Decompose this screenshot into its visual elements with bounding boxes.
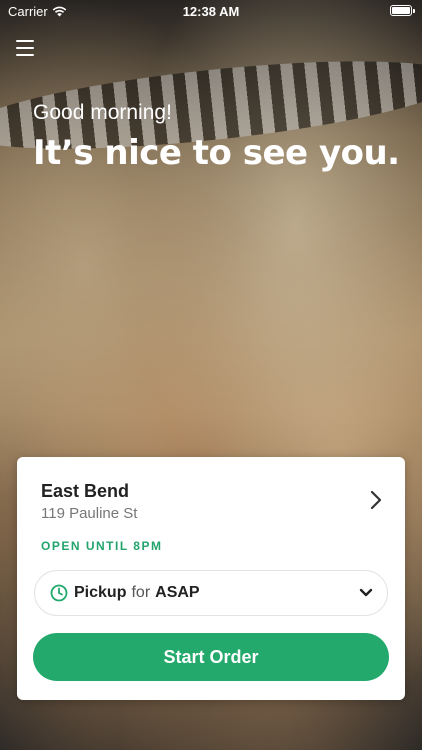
order-mode-selector[interactable]: Pickup for ASAP [34, 570, 388, 616]
order-mode-text: Pickup for ASAP [74, 584, 200, 602]
status-bar: Carrier 12:38 AM [0, 0, 422, 22]
chevron-down-icon [359, 588, 373, 597]
store-card: East Bend 119 Pauline St OPEN UNTIL 8PM … [17, 457, 405, 700]
chevron-right-icon[interactable] [369, 489, 383, 511]
hamburger-menu-icon[interactable] [16, 40, 34, 56]
store-address: 119 Pauline St [41, 505, 138, 522]
battery-icon [390, 5, 415, 16]
greeting-text: Good morning! [33, 101, 172, 124]
status-time: 12:38 AM [182, 4, 240, 19]
welcome-headline: It’s nice to see you. [33, 133, 400, 173]
order-mode-type: Pickup [74, 584, 127, 601]
start-order-button[interactable]: Start Order [33, 633, 389, 681]
order-mode-time: ASAP [155, 584, 200, 601]
clock-icon [50, 584, 68, 602]
store-name[interactable]: East Bend [41, 481, 129, 502]
open-status-label: OPEN UNTIL 8PM [41, 539, 163, 553]
order-mode-connector: for [131, 584, 151, 601]
